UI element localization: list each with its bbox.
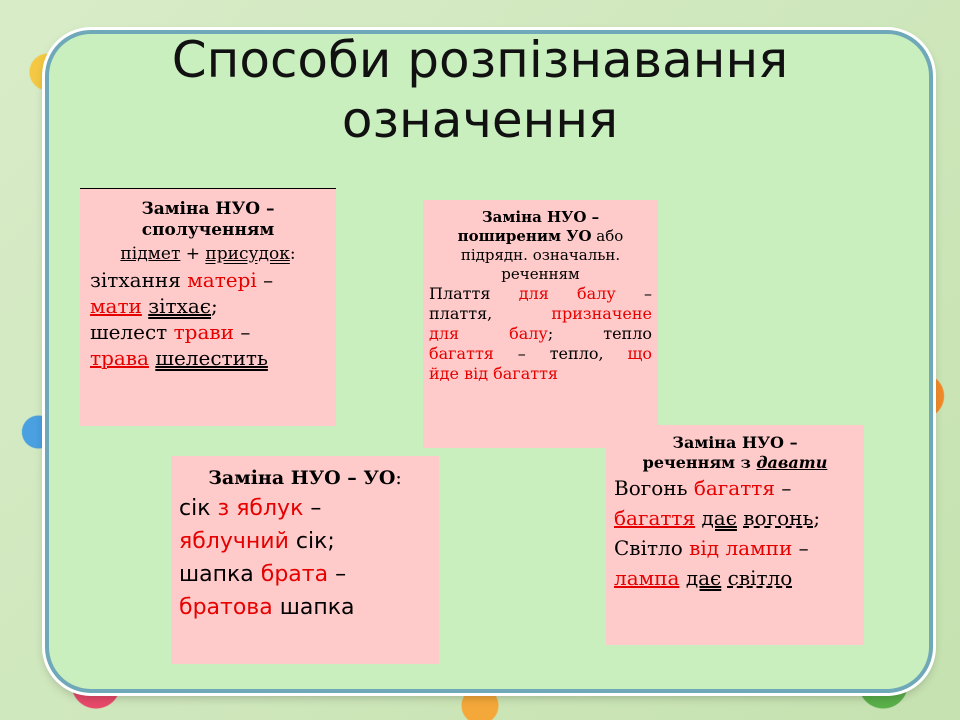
example-line: йде від багаття xyxy=(429,364,652,384)
text: ; тепло xyxy=(547,324,652,343)
text: шелест xyxy=(90,320,174,344)
card-extended-attribute: Заміна НУО – поширеним УО або підрядн. о… xyxy=(423,200,658,448)
colon: : xyxy=(395,467,402,489)
card-header: Заміна НУО – сполученням xyxy=(90,199,326,241)
plus-sign: + xyxy=(180,244,206,264)
highlight: призначене xyxy=(551,304,652,323)
header-line: реченням xyxy=(501,265,580,283)
highlight: трава xyxy=(90,346,149,370)
highlight: для балу xyxy=(518,284,616,303)
text: ; xyxy=(813,506,821,530)
predicate-word: зітхає xyxy=(148,294,212,318)
highlight: брата xyxy=(260,562,329,587)
title-line-2: означення xyxy=(341,91,619,149)
text: зітхання xyxy=(90,268,188,292)
header-line: Заміна НУО – УО xyxy=(208,467,396,489)
example-line: багаття – тепло, що xyxy=(429,344,652,364)
slide-title: Способи розпізнавання означення xyxy=(0,30,960,150)
object-word: світло xyxy=(727,566,793,590)
highlight: багаття xyxy=(693,476,775,500)
card-give-clause: Заміна НУО – реченням з давати Вогонь ба… xyxy=(606,425,864,645)
example-line: Світло від лампи – xyxy=(614,533,856,563)
header-verb: давати xyxy=(756,453,828,472)
card-subheader: підмет + присудок: xyxy=(90,241,326,267)
example-line: багаття дає вогонь; xyxy=(614,503,856,533)
highlight: для балу xyxy=(429,324,548,343)
header-line: підрядн. означальн. xyxy=(460,246,621,264)
text: – xyxy=(256,268,274,292)
text: ; xyxy=(211,294,218,318)
header-line: Заміна НУО – xyxy=(481,208,600,226)
example-line: мати зітхає; xyxy=(90,293,326,319)
text: Плаття xyxy=(429,284,519,303)
text: шапка xyxy=(272,595,355,620)
header-normal: або xyxy=(591,227,624,245)
text: Вогонь xyxy=(614,476,694,500)
predicate-word: присудок xyxy=(205,244,290,264)
text: – xyxy=(233,320,251,344)
card-subject-predicate: Заміна НУО – сполученням підмет + присуд… xyxy=(80,188,336,426)
highlight: багаття xyxy=(429,344,494,363)
text: – xyxy=(792,536,809,560)
text: сік; xyxy=(288,529,335,554)
title-line-1: Способи розпізнавання xyxy=(171,31,789,89)
example-line: Плаття для балу – xyxy=(429,284,652,304)
header-line: Заміна НУО – xyxy=(672,433,798,452)
example-line: лампа дає світло xyxy=(614,563,856,593)
predicate-word: дає xyxy=(701,506,737,530)
text: – xyxy=(328,562,347,587)
card-header: Заміна НУО – реченням з давати xyxy=(614,433,856,473)
highlight: трави xyxy=(173,320,234,344)
text: плаття, xyxy=(429,304,552,323)
text: Світло xyxy=(614,536,690,560)
example-line: для балу; тепло xyxy=(429,324,652,344)
card-unextended-attribute: Заміна НУО – УО: сік з яблук – яблучний … xyxy=(171,456,439,664)
highlight: йде від багаття xyxy=(429,364,559,383)
text: – тепло, xyxy=(493,344,628,363)
header-line: Заміна НУО – xyxy=(141,199,275,219)
predicate-word: дає xyxy=(685,566,722,590)
text: – xyxy=(774,476,792,500)
header-line: поширеним УО або xyxy=(429,227,652,246)
example-line: зітхання матері – xyxy=(90,267,326,293)
highlight: що xyxy=(627,344,652,363)
highlight: від лампи xyxy=(689,536,793,560)
example-line: сік з яблук – xyxy=(179,492,431,525)
card-header: Заміна НУО – УО: xyxy=(179,464,431,492)
highlight: з яблук xyxy=(217,496,304,521)
text: шапка xyxy=(179,562,261,587)
highlight: мати xyxy=(90,294,142,318)
predicate-word: шелестить xyxy=(155,346,268,370)
colon: : xyxy=(289,244,296,264)
card-header: Заміна НУО – поширеним УО або підрядн. о… xyxy=(429,208,652,284)
example-line: шелест трави – xyxy=(90,319,326,345)
text: сік xyxy=(179,496,218,521)
example-line: яблучний сік; xyxy=(179,525,431,558)
header-line: реченням з давати xyxy=(614,453,856,473)
highlight: лампа xyxy=(614,566,680,590)
highlight: яблучний xyxy=(179,529,289,554)
highlight: багаття xyxy=(614,506,696,530)
example-line: трава шелестить xyxy=(90,345,326,371)
example-line: шапка брата – xyxy=(179,558,431,591)
example-line: братова шапка xyxy=(179,591,431,624)
header-text: реченням з xyxy=(642,453,757,472)
object-word: вогонь xyxy=(743,506,814,530)
header-line: сполученням xyxy=(141,220,275,240)
example-line: Вогонь багаття – xyxy=(614,473,856,503)
highlight: братова xyxy=(179,595,273,620)
subject-word: підмет xyxy=(120,244,181,264)
text: – xyxy=(303,496,322,521)
header-bold: поширеним УО xyxy=(457,227,592,245)
example-line: плаття, призначене xyxy=(429,304,652,324)
text: – xyxy=(615,284,653,303)
highlight: матері xyxy=(187,268,257,292)
